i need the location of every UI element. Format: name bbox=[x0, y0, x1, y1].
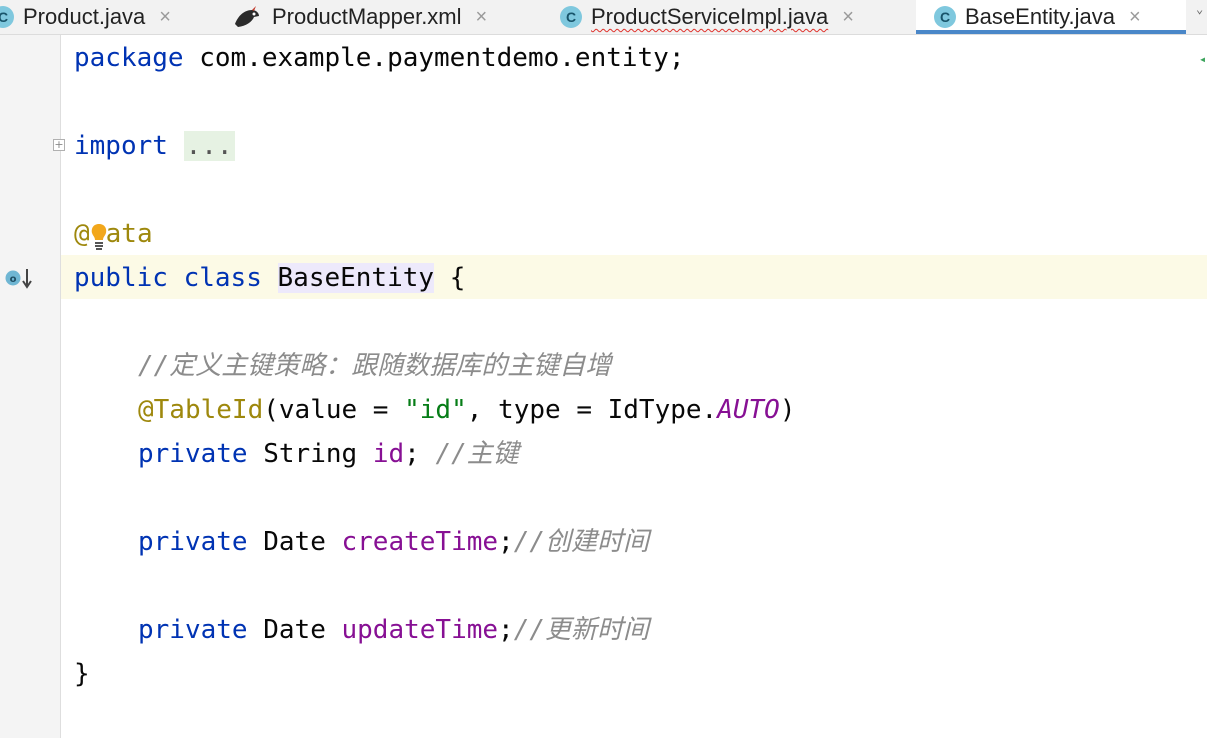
editor-gutter bbox=[0, 35, 61, 738]
code-line-package[interactable]: package com.example.paymentdemo.entity; bbox=[74, 36, 684, 80]
code-line-comment-primary-key-strategy[interactable]: //定义主键策略：跟随数据库的主键自增 bbox=[138, 344, 611, 388]
code-line-data-annotation[interactable]: @ ata bbox=[74, 212, 153, 256]
close-icon[interactable]: × bbox=[842, 6, 854, 29]
tab-label: Product.java bbox=[23, 4, 146, 29]
class-name-baseentity[interactable]: BaseEntity bbox=[277, 263, 435, 293]
mybatis-bird-icon bbox=[235, 6, 259, 27]
tab-label: ProductServiceImpl.java bbox=[591, 4, 829, 29]
lightbulb-icon[interactable] bbox=[89, 221, 109, 253]
tab-label: BaseEntity.java bbox=[965, 4, 1116, 29]
class-icon: C bbox=[560, 6, 582, 28]
code-line-import[interactable]: import ... bbox=[74, 124, 235, 168]
tab-product-java[interactable]: C Product.java × bbox=[0, 0, 208, 34]
inspection-ok-icon[interactable]: ◂ bbox=[1199, 52, 1206, 66]
fold-expand-icon[interactable]: + bbox=[53, 139, 65, 151]
code-line-field-createtime[interactable]: private Date createTime;//创建时间 bbox=[138, 520, 649, 564]
code-line-field-updatetime[interactable]: private Date updateTime;//更新时间 bbox=[138, 608, 649, 652]
code-line-field-id[interactable]: private String id; //主键 bbox=[138, 432, 519, 476]
code-line-closing-brace[interactable]: } bbox=[74, 652, 90, 696]
folded-imports[interactable]: ... bbox=[183, 131, 235, 161]
editor-tab-bar: C Product.java × ProductMapper.xml × C P… bbox=[0, 0, 1207, 35]
code-line-class-declaration[interactable]: public class BaseEntity { bbox=[74, 256, 465, 300]
tab-productserviceimpl-java[interactable]: C ProductServiceImpl.java × bbox=[556, 0, 912, 34]
tab-productmapper-xml[interactable]: ProductMapper.xml × bbox=[228, 0, 548, 34]
svg-text:o: o bbox=[10, 274, 17, 285]
tab-overflow-chevron-icon[interactable]: ⌄ bbox=[1196, 2, 1203, 16]
close-icon[interactable]: × bbox=[1129, 6, 1141, 29]
implemented-down-arrow-icon[interactable]: o bbox=[3, 266, 33, 290]
close-icon[interactable]: × bbox=[159, 6, 171, 29]
tab-label: ProductMapper.xml bbox=[272, 4, 462, 29]
class-icon: C bbox=[934, 6, 956, 28]
class-icon: C bbox=[0, 6, 14, 28]
close-icon[interactable]: × bbox=[476, 6, 488, 29]
tab-baseentity-java[interactable]: C BaseEntity.java × bbox=[916, 0, 1186, 34]
code-line-tableid-annotation[interactable]: @TableId(value = "id", type = IdType.AUT… bbox=[138, 388, 795, 432]
